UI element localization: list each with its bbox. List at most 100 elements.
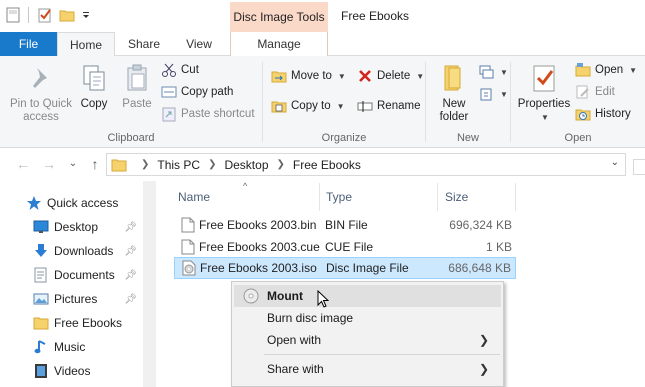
- address-bar[interactable]: ❯ This PC ❯ Desktop ❯ Free Ebooks ⌄: [106, 153, 626, 176]
- open-button[interactable]: Open ▼: [575, 62, 637, 78]
- breadcrumb-this-pc[interactable]: This PC: [157, 158, 200, 172]
- move-to-label: Move to: [291, 70, 332, 82]
- copy-path-button[interactable]: Copy path: [161, 84, 233, 100]
- column-header-size[interactable]: Size: [423, 181, 513, 213]
- paste-shortcut-button[interactable]: Paste shortcut: [161, 106, 255, 122]
- navigation-pane: Quick access Desktop 📌︎ Downloads 📌︎ Doc…: [0, 181, 156, 387]
- file-row[interactable]: Free Ebooks 2003.cue CUE File 1 KB: [174, 236, 516, 258]
- delete-button[interactable]: Delete ▼: [357, 68, 424, 84]
- cut-label: Cut: [181, 64, 199, 76]
- breadcrumb-chevron-icon[interactable]: ❯: [277, 159, 285, 170]
- rename-label: Rename: [377, 100, 421, 112]
- sidebar-item-music[interactable]: Music: [33, 335, 143, 359]
- pin-icon[interactable]: 📌︎: [124, 270, 137, 281]
- copy-path-label: Copy path: [181, 86, 234, 98]
- column-separator[interactable]: [515, 183, 516, 211]
- copy-label: Copy: [80, 98, 108, 110]
- breadcrumb-free-ebooks[interactable]: Free Ebooks: [293, 158, 361, 172]
- menu-item-share-with[interactable]: Share with ❯: [234, 358, 501, 380]
- desktop-icon: [33, 219, 49, 235]
- pin-to-quick-access-button[interactable]: Pin to Quick access: [6, 62, 76, 124]
- new-group-label: New: [456, 132, 479, 144]
- open-folder-icon: [575, 62, 591, 78]
- clipboard-group: Pin to Quick access Copy Paste Cut Copy …: [0, 56, 262, 148]
- customize-icon[interactable]: [81, 7, 91, 23]
- file-row[interactable]: Free Ebooks 2003.iso Disc Image File 686…: [174, 257, 516, 279]
- navigation-scrollbar[interactable]: [143, 181, 156, 387]
- breadcrumb-chevron-icon[interactable]: ❯: [208, 159, 216, 170]
- new-item-button[interactable]: ▼: [478, 64, 508, 80]
- menu-item-label: Share with: [267, 362, 324, 376]
- breadcrumb-chevron-icon[interactable]: ❯: [141, 159, 149, 170]
- pin-icon[interactable]: 📌︎: [124, 246, 137, 257]
- breadcrumb-desktop[interactable]: Desktop: [224, 158, 268, 172]
- dropdown-caret-icon: ▼: [336, 101, 345, 111]
- clipboard-group-label: Clipboard: [107, 132, 155, 144]
- pin-icon[interactable]: 📌︎: [124, 222, 137, 233]
- menu-item-burn-disc-image[interactable]: Burn disc image: [234, 307, 501, 329]
- file-type: CUE File: [325, 240, 374, 254]
- paste-button[interactable]: Paste: [118, 62, 156, 111]
- new-folder-button[interactable]: New folder: [434, 62, 474, 124]
- properties-button[interactable]: Properties ▼: [515, 62, 573, 124]
- copy-to-button[interactable]: Copy to ▼: [271, 98, 345, 114]
- back-arrow-icon[interactable]: ←: [14, 156, 32, 172]
- pin-icon[interactable]: 📌︎: [124, 294, 137, 305]
- tab-home[interactable]: Home: [57, 32, 115, 57]
- address-dropdown-chevron-icon[interactable]: ⌄: [611, 157, 619, 168]
- sidebar-item-free-ebooks[interactable]: Free Ebooks: [33, 311, 143, 335]
- recent-locations-chevron-icon[interactable]: ⌄: [64, 158, 82, 169]
- save-icon[interactable]: [6, 7, 20, 23]
- copy-button[interactable]: Copy: [76, 62, 112, 111]
- history-label: History: [595, 108, 631, 120]
- sidebar-item-downloads[interactable]: Downloads 📌︎: [33, 239, 143, 263]
- sidebar-item-label: Free Ebooks: [54, 316, 123, 330]
- sidebar-item-desktop[interactable]: Desktop 📌︎: [33, 215, 143, 239]
- scissors-icon: [161, 62, 177, 78]
- navigation-bar: ← → ⌄ ↑ ❯ This PC ❯ Desktop ❯ Free Ebook…: [0, 149, 645, 181]
- up-arrow-icon[interactable]: ↑: [86, 156, 104, 172]
- ribbon-tabs: File Home Share View Manage: [0, 32, 645, 57]
- videos-icon: [33, 363, 49, 379]
- tab-share[interactable]: Share: [118, 32, 170, 56]
- sidebar-item-pictures[interactable]: Pictures 📌︎: [33, 287, 143, 311]
- tab-manage[interactable]: Manage: [230, 32, 328, 56]
- sidebar-item-documents[interactable]: Documents 📌︎: [33, 263, 143, 287]
- edit-button[interactable]: Edit: [575, 84, 615, 100]
- pin-label: Pin to Quick access: [10, 98, 72, 123]
- file-size: 686,648 KB: [448, 261, 511, 275]
- forward-arrow-icon[interactable]: →: [40, 156, 58, 172]
- organize-group-label: Organize: [321, 132, 367, 144]
- menu-item-mount[interactable]: Mount: [234, 285, 501, 308]
- menu-item-open-with[interactable]: Open with ❯: [234, 329, 501, 351]
- refresh-button[interactable]: [633, 159, 645, 175]
- easy-access-button[interactable]: ▼: [478, 86, 508, 102]
- disc-icon: [243, 288, 259, 304]
- folder-icon: [33, 315, 49, 331]
- file-row[interactable]: Free Ebooks 2003.bin BIN File 696,324 KB: [174, 214, 516, 236]
- column-header-type[interactable]: Type: [304, 181, 424, 213]
- properties-icon[interactable]: [37, 7, 53, 23]
- delete-label: Delete: [377, 70, 411, 82]
- context-menu: Mount Burn disc image Open with ❯ Share …: [231, 281, 504, 387]
- dropdown-caret-icon: ▼: [629, 65, 638, 75]
- paste-shortcut-label: Paste shortcut: [181, 108, 255, 120]
- new-folder-icon[interactable]: [59, 7, 75, 23]
- ribbon: Pin to Quick access Copy Paste Cut Copy …: [0, 56, 645, 148]
- copy-icon: [78, 62, 110, 94]
- file-icon: [181, 239, 195, 255]
- copy-to-label: Copy to: [291, 100, 331, 112]
- rename-button[interactable]: Rename: [357, 98, 420, 114]
- cut-button[interactable]: Cut: [161, 62, 199, 78]
- tab-view[interactable]: View: [173, 32, 225, 56]
- history-button[interactable]: History: [575, 106, 631, 122]
- music-icon: [33, 339, 49, 355]
- column-header-name[interactable]: Name: [156, 181, 320, 213]
- sidebar-item-videos[interactable]: Videos: [33, 359, 143, 383]
- move-to-button[interactable]: Move to ▼: [271, 68, 346, 84]
- copy-to-icon: [271, 98, 287, 114]
- dropdown-caret-icon: ▼: [500, 67, 508, 77]
- paste-label: Paste: [122, 98, 152, 110]
- tab-file[interactable]: File: [0, 32, 57, 56]
- file-name: Free Ebooks 2003.cue: [199, 240, 320, 254]
